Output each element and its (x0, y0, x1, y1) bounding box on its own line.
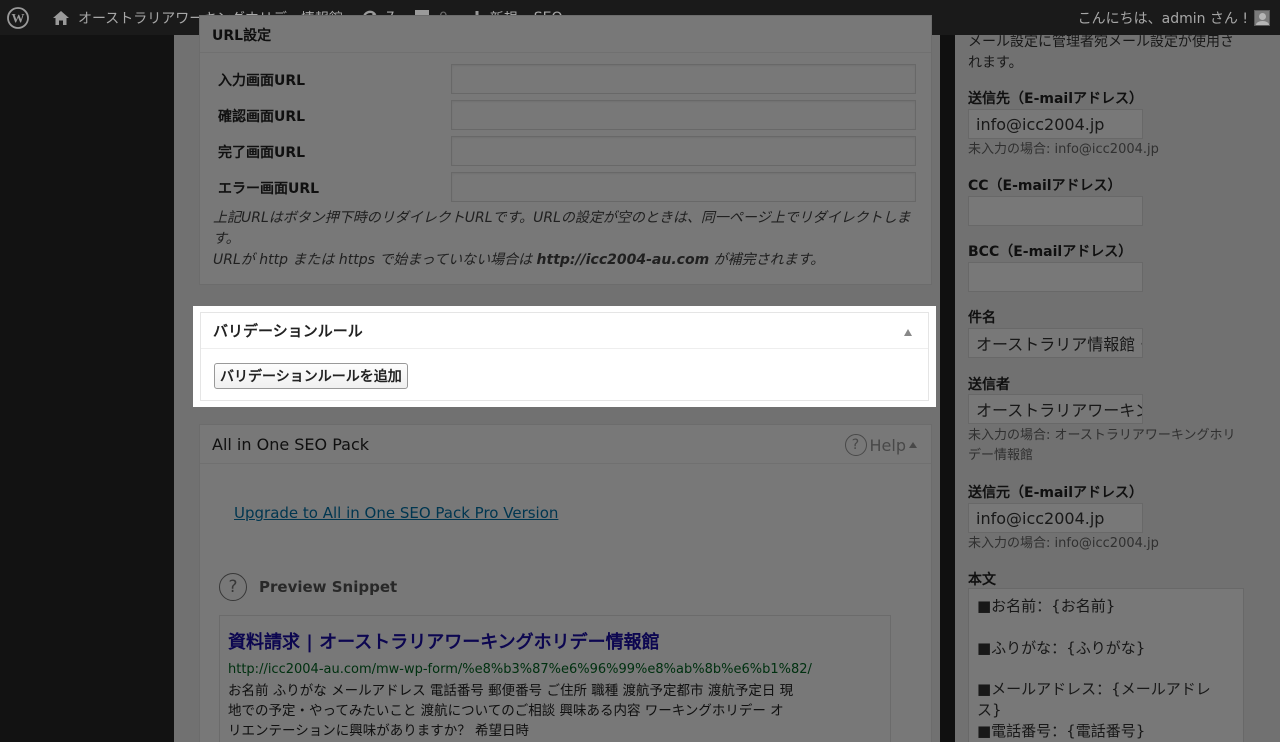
svg-text:W: W (12, 10, 25, 25)
snippet-desc-line-2: 地での予定・やってみたいこと 渡航についてのご相談 興味ある内容 ワーキングホリ… (228, 703, 784, 719)
to-email-field[interactable]: info@icc2004.jp (968, 109, 1143, 139)
validation-rules-title: バリデーションルール (201, 313, 928, 349)
url-settings-title: URL設定 (212, 28, 272, 44)
account-menu[interactable]: こんにちは、admin さん ! (1078, 0, 1270, 35)
error-url-field[interactable] (451, 172, 916, 202)
validation-rules-box: バリデーションルール バリデーションルールを追加 (200, 312, 929, 401)
sidebar-intro-line-2: れます。 (968, 55, 1023, 71)
input-url-field[interactable] (451, 64, 916, 94)
snippet-desc-line-3: リエンテーションに興味がありますか？ 希望日時 (228, 723, 530, 739)
snippet-description: お名前 ふりがな メールアドレス 電話番号 郵便番号 ご住所 職種 渡航予定都市… (228, 681, 882, 741)
greeting-text: こんにちは、admin さん ! (1077, 10, 1248, 27)
snippet-desc-line-1: お名前 ふりがな メールアドレス 電話番号 郵便番号 ご住所 職種 渡航予定都市… (228, 683, 794, 699)
aioseo-title: All in One SEO Pack (212, 435, 369, 454)
sender-hint-line-1: 未入力の場合: オーストラリアワーキングホリ (968, 428, 1236, 443)
upgrade-pro-link[interactable]: Upgrade to All in One SEO Pack Pro Versi… (234, 504, 558, 522)
mail-settings-box: メール設定に管理者宛メール設定が使用さ れます。 送信先（E-mailアドレス）… (955, 32, 1265, 742)
preview-snippet-row: ? Preview Snippet (219, 573, 397, 601)
aioseo-help-toggle[interactable]: ? Help (844, 434, 917, 456)
collapse-arrow-icon[interactable] (904, 329, 912, 336)
sender-hint-line-2: デー情報館 (968, 448, 1034, 463)
sender-field[interactable]: オーストラリアワーキン (968, 394, 1143, 424)
sender-hint: 未入力の場合: オーストラリアワーキングホリ デー情報館 (968, 426, 1235, 466)
question-circle-icon[interactable]: ? (219, 573, 247, 601)
help-circle-icon: ? (844, 434, 867, 456)
help-label: Help (869, 435, 906, 455)
snippet-url: http://icc2004-au.com/mw-wp-form/%e8%b3%… (228, 662, 812, 677)
subject-label: 件名 (968, 310, 996, 326)
body-line: ■メールアドレス：{メールアドレス} (977, 680, 1211, 719)
complete-url-field[interactable] (451, 136, 916, 166)
sidebar-column: メール設定に管理者宛メール設定が使用さ れます。 送信先（E-mailアドレス）… (955, 32, 1280, 742)
wordpress-logo-icon[interactable]: W (0, 0, 38, 35)
body-line: ■お名前：{お名前} (977, 597, 1116, 615)
bcc-email-field[interactable] (968, 262, 1143, 292)
confirm-url-field[interactable] (451, 100, 916, 130)
sidebar-intro: メール設定に管理者宛メール設定が使用さ れます。 (968, 32, 1234, 74)
complete-url-label: 完了画面URL (218, 145, 306, 161)
validation-highlight: バリデーションルール バリデーションルールを追加 (193, 306, 936, 407)
cc-email-field[interactable] (968, 196, 1143, 226)
note-line-1: 上記URLはボタン押下時のリダイレクトURLです。URLの設定が空のときは、同一… (213, 210, 911, 226)
input-url-label: 入力画面URL (218, 73, 306, 89)
note-line-3-url: http://icc2004-au.com (536, 252, 710, 268)
url-settings-box: URL設定 入力画面URL 確認画面URL 完了画面URL エラー画面URL 上… (199, 15, 932, 285)
sidebar-intro-line-1: メール設定に管理者宛メール設定が使用さ (968, 34, 1234, 50)
from-email-field[interactable]: info@icc2004.jp (968, 503, 1143, 533)
snippet-preview: 資料請求 | オーストラリアワーキングホリデー情報館 http://icc200… (219, 615, 891, 742)
aioseo-box: All in One SEO Pack ? Help Upgrade to Al… (199, 424, 932, 742)
note-line-3: URLが http または https で始まっていない場合は http://i… (213, 250, 918, 271)
note-line-3-post: が補完されます。 (709, 252, 825, 268)
collapse-arrow-icon (909, 442, 917, 448)
to-email-label: 送信先（E-mailアドレス） (968, 91, 1144, 107)
error-url-label: エラー画面URL (218, 181, 320, 197)
snippet-title: 資料請求 | オーストラリアワーキングホリデー情報館 (228, 632, 660, 653)
aioseo-header-divider (200, 463, 931, 464)
subject-field[interactable]: オーストラリア情報館・ (968, 328, 1143, 358)
to-email-hint: 未入力の場合: info@icc2004.jp (968, 142, 1159, 157)
add-validation-rule-button[interactable]: バリデーションルールを追加 (214, 363, 408, 389)
bcc-email-label: BCC（E-mailアドレス） (968, 244, 1133, 260)
body-label: 本文 (968, 572, 996, 588)
cc-email-label: CC（E-mailアドレス） (968, 178, 1122, 194)
body-line: ■電話番号：{電話番号} (977, 721, 1146, 740)
home-icon (52, 10, 70, 26)
url-settings-note: 上記URLはボタン押下時のリダイレクトURLです。URLの設定が空のときは、同一… (213, 208, 918, 271)
confirm-url-label: 確認画面URL (218, 109, 306, 125)
body-textarea[interactable]: ■お名前：{お名前} ■ふりがな：{ふりがな} ■メールアドレス：{メールアドレ… (968, 588, 1244, 742)
from-email-label: 送信元（E-mailアドレス） (968, 485, 1144, 501)
admin-menu-area (0, 35, 174, 742)
sender-label: 送信者 (968, 377, 1010, 393)
from-email-hint: 未入力の場合: info@icc2004.jp (968, 536, 1159, 551)
avatar (1254, 9, 1270, 26)
body-line: ■ふりがな：{ふりがな} (977, 638, 1146, 657)
note-line-3-pre: URLが http または https で始まっていない場合は (213, 252, 537, 268)
preview-snippet-label: Preview Snippet (259, 578, 398, 596)
note-line-2: す。 (213, 231, 240, 247)
url-settings-header-divider (200, 52, 931, 53)
